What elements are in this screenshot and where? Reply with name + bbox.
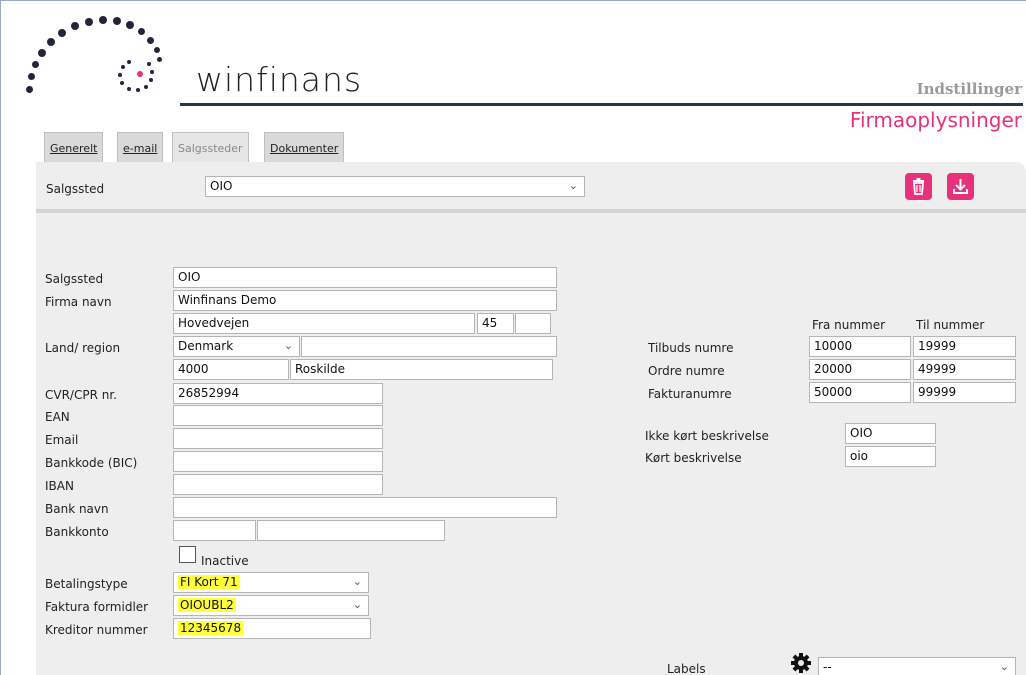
fra-nummer-header: Fra nummer: [812, 318, 886, 332]
tilbuds-fra-input[interactable]: 10000: [809, 336, 911, 357]
chevron-down-icon: ⌄: [999, 660, 1009, 673]
header-divider: [180, 103, 1023, 106]
cvr-label: CVR/CPR nr.: [45, 388, 117, 402]
tilbuds-numre-label: Tilbuds numre: [648, 341, 734, 355]
download-icon: [953, 179, 968, 194]
bankkonto-account-input[interactable]: [257, 520, 445, 541]
page-title: Firmaoplysninger: [849, 108, 1022, 132]
faktura-formidler-select[interactable]: OIOUBL2 ⌄: [173, 595, 369, 616]
address-extra-input[interactable]: [515, 313, 551, 334]
firma-navn-input[interactable]: Winfinans Demo: [173, 290, 557, 311]
ikke-kort-label: Ikke kørt beskrivelse: [645, 429, 769, 443]
chevron-down-icon: ⌄: [352, 575, 362, 588]
betalingstype-select[interactable]: FI Kort 71 ⌄: [173, 572, 369, 593]
panel-separator: [36, 209, 1026, 213]
salgssted-label: Salgssted: [45, 272, 104, 286]
bankkode-label: Bankkode (BIC): [45, 456, 138, 470]
ean-label: EAN: [45, 410, 70, 424]
tab-generelt[interactable]: Generelt: [44, 132, 104, 162]
house-number-input[interactable]: 45: [477, 313, 514, 334]
kreditor-nummer-input[interactable]: 12345678: [173, 618, 371, 639]
bank-navn-input[interactable]: [173, 497, 557, 518]
labels-select-value: --: [823, 660, 832, 674]
delete-button[interactable]: [905, 173, 932, 200]
salgssted-select-label: Salgssted: [46, 182, 105, 196]
faktura-fra-input[interactable]: 50000: [809, 382, 911, 403]
labels-select[interactable]: -- ⌄: [818, 657, 1016, 675]
betalingstype-value: FI Kort 71: [178, 575, 240, 589]
email-label: Email: [45, 433, 79, 447]
kort-input[interactable]: oio: [845, 446, 936, 467]
land-extra-input[interactable]: [301, 336, 557, 357]
trash-icon: [913, 178, 924, 195]
zip-input[interactable]: 4000: [173, 359, 289, 380]
inactive-label: Inactive: [201, 554, 249, 568]
tilbuds-til-input[interactable]: 19999: [913, 336, 1016, 357]
kreditor-nummer-value: 12345678: [178, 621, 244, 635]
salgssted-select[interactable]: OIO ⌄: [205, 176, 585, 197]
gear-icon[interactable]: [790, 652, 812, 675]
inactive-checkbox[interactable]: [179, 546, 196, 563]
faktura-formidler-value: OIOUBL2: [178, 598, 236, 612]
iban-label: IBAN: [45, 479, 74, 493]
bankkonto-reg-input[interactable]: [173, 520, 256, 541]
tab-email[interactable]: e-mail: [117, 132, 164, 162]
ordre-fra-input[interactable]: 20000: [809, 359, 911, 380]
ikke-kort-input[interactable]: OIO: [845, 423, 936, 444]
kreditor-nummer-label: Kreditor nummer: [45, 623, 148, 637]
tab-salgssteder[interactable]: Salgssteder: [172, 132, 249, 162]
tab-dokumenter[interactable]: Dokumenter: [264, 132, 345, 162]
fakturanumre-label: Fakturanumre: [648, 387, 732, 401]
chevron-down-icon: ⌄: [283, 339, 293, 352]
salgssted-input[interactable]: OIO: [173, 267, 557, 288]
kort-label: Kørt beskrivelse: [645, 451, 742, 465]
ean-input[interactable]: [173, 405, 383, 426]
firma-navn-label: Firma navn: [45, 295, 112, 309]
land-select[interactable]: Denmark ⌄: [173, 336, 300, 357]
land-label: Land/ region: [45, 341, 121, 355]
bankkonto-label: Bankkonto: [45, 525, 109, 539]
salgssted-select-value: OIO: [210, 179, 233, 193]
labels-label: Labels: [667, 662, 706, 675]
betalingstype-label: Betalingstype: [45, 577, 128, 591]
email-input[interactable]: [173, 428, 383, 449]
iban-input[interactable]: [173, 474, 383, 495]
ordre-numre-label: Ordre numre: [648, 364, 725, 378]
bankkode-input[interactable]: [173, 451, 383, 472]
street-input[interactable]: Hovedvejen: [173, 313, 475, 334]
logo-text: winfinans: [196, 60, 363, 99]
download-button[interactable]: [947, 173, 974, 200]
chevron-down-icon: ⌄: [568, 179, 578, 192]
chevron-down-icon: ⌄: [352, 598, 362, 611]
cvr-input[interactable]: 26852994: [173, 383, 383, 404]
faktura-formidler-label: Faktura formidler: [45, 600, 149, 614]
land-select-value: Denmark: [178, 339, 234, 353]
til-nummer-header: Til nummer: [916, 318, 985, 332]
bank-navn-label: Bank navn: [45, 502, 109, 516]
section-title: Indstillinger: [916, 80, 1022, 98]
city-input[interactable]: Roskilde: [290, 359, 553, 380]
ordre-til-input[interactable]: 49999: [913, 359, 1016, 380]
faktura-til-input[interactable]: 99999: [913, 382, 1016, 403]
